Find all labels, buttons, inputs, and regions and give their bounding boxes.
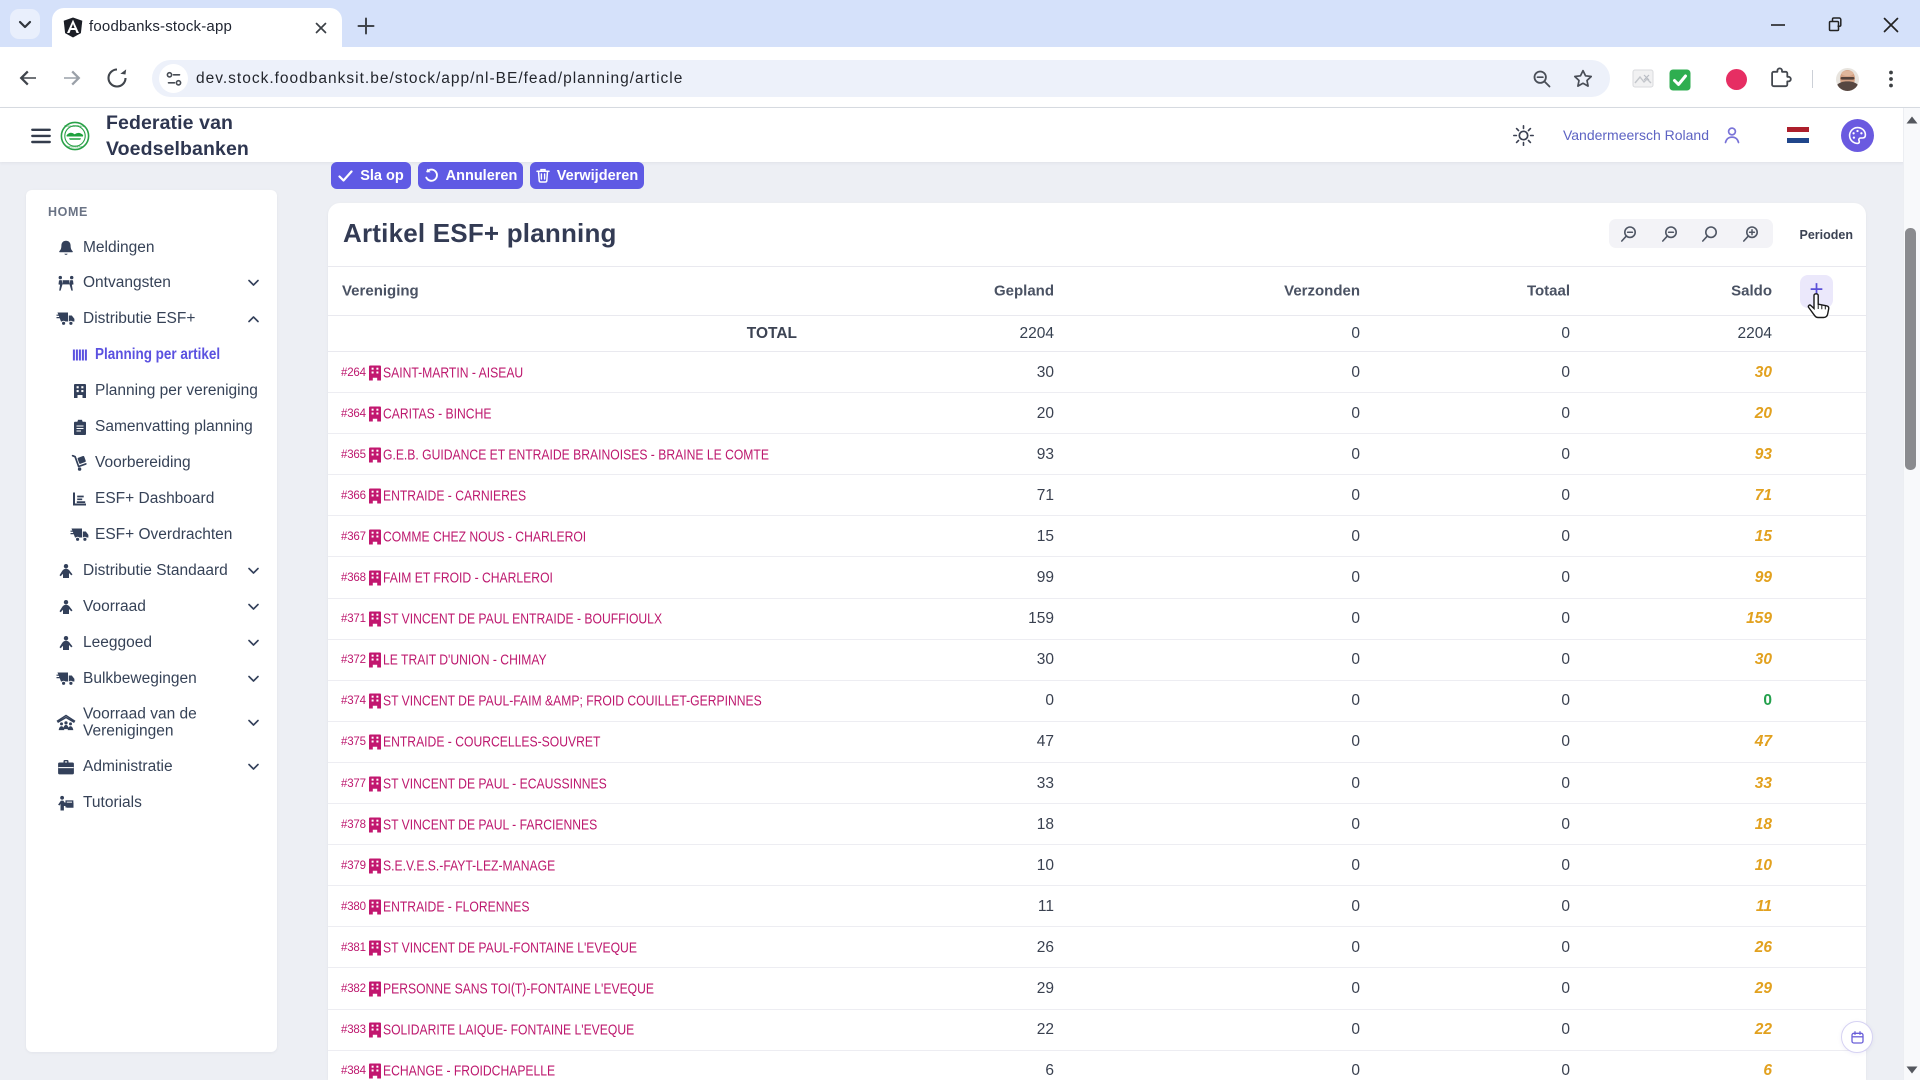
svg-text:Belgische Alliantie: Belgische Alliantie — [65, 124, 86, 128]
svg-text:Voedselbanken: Voedselbanken — [66, 145, 84, 149]
